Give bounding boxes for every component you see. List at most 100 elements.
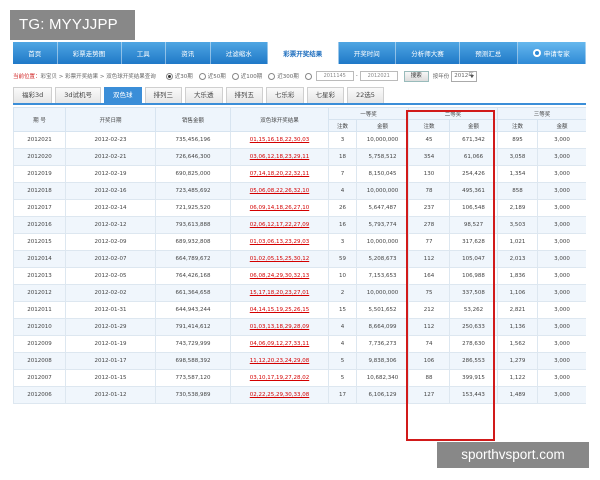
- tab-pl3[interactable]: 排列三: [144, 87, 183, 103]
- cell-winning-numbers[interactable]: 04,06,09,12,27,33,11: [230, 335, 329, 353]
- cell-date: 2012-02-14: [65, 199, 156, 217]
- cell-winning-numbers[interactable]: 06,08,24,29,30,32,13: [230, 267, 329, 285]
- nav-item-results[interactable]: 彩票开奖结果: [268, 42, 339, 64]
- nav-item-draw-time[interactable]: 开奖时间: [339, 42, 396, 64]
- cell-third-count: 1,489: [497, 386, 539, 404]
- cell-first-amount: 7,153,653: [355, 267, 410, 285]
- radio-300[interactable]: [268, 72, 276, 80]
- header-third-count: 注数: [497, 119, 539, 132]
- cell-sales: 743,729,999: [155, 335, 231, 353]
- cell-third-count: 1,279: [497, 352, 539, 370]
- cell-sales: 773,587,120: [155, 369, 231, 387]
- cell-first-count: 59: [328, 250, 357, 268]
- cell-third-amount: 3,000: [537, 165, 586, 183]
- tab-22x5[interactable]: 22选5: [347, 87, 384, 103]
- cell-second-amount: 250,633: [449, 318, 499, 336]
- cell-second-amount: 317,628: [449, 233, 499, 251]
- cell-winning-numbers[interactable]: 01,03,13,18,29,28,09: [230, 318, 329, 336]
- header-first-amount: 金额: [355, 119, 410, 132]
- cell-winning-numbers[interactable]: 01,15,16,18,22,30,03: [230, 131, 329, 149]
- tab-3d-test[interactable]: 3d试机号: [55, 87, 102, 103]
- cell-sales: 644,943,244: [155, 301, 231, 319]
- cell-winning-numbers[interactable]: 01,02,05,15,25,30,12: [230, 250, 329, 268]
- table-row: 2012008 2012-01-17 698,588,392 11,12,20,23,…: [13, 352, 586, 370]
- cell-second-count: 164: [408, 267, 451, 285]
- cell-sales: 664,789,672: [155, 250, 231, 268]
- tab-ssq[interactable]: 双色球: [104, 87, 142, 103]
- cell-sales: 764,426,168: [155, 267, 231, 285]
- cell-winning-numbers[interactable]: 03,06,12,18,23,29,11: [230, 148, 329, 166]
- search-button[interactable]: 搜索: [403, 70, 429, 82]
- radio-100[interactable]: [231, 72, 239, 80]
- cell-second-count: 88: [408, 369, 451, 387]
- cell-winning-numbers[interactable]: 07,14,18,20,22,32,11: [230, 165, 329, 183]
- nav-item-home[interactable]: 首页: [13, 42, 58, 64]
- cell-winning-numbers[interactable]: 04,14,15,19,25,26,15: [230, 301, 329, 319]
- year-select[interactable]: 2012年: [451, 70, 478, 82]
- tab-qxc[interactable]: 七星彩: [306, 87, 345, 103]
- cell-winning-numbers[interactable]: 11,12,20,23,24,29,08: [230, 352, 329, 370]
- cell-winning-numbers[interactable]: 05,06,08,22,26,32,10: [230, 182, 329, 200]
- cell-winning-numbers[interactable]: 15,17,18,20,23,27,01: [230, 284, 329, 302]
- cell-first-amount: 6,106,129: [355, 386, 410, 404]
- nav-item-trend-chart[interactable]: 彩票走势图: [58, 42, 122, 64]
- nav-item-tools[interactable]: 工具: [122, 42, 166, 64]
- nav-item-analyst-contest[interactable]: 分析师大赛: [396, 42, 460, 64]
- tab-qlc[interactable]: 七乐彩: [266, 87, 304, 103]
- tab-dlt[interactable]: 大乐透: [185, 87, 223, 103]
- cell-first-count: 17: [328, 386, 357, 404]
- header-issue: 期 号: [13, 107, 66, 132]
- location-prefix: 当前位置：: [13, 74, 41, 80]
- cell-first-amount: 10,000,000: [355, 284, 410, 302]
- cell-winning-numbers[interactable]: 02,06,12,17,22,27,09: [230, 216, 329, 234]
- tab-fc3d[interactable]: 福彩3d: [13, 87, 53, 103]
- tab-pl5[interactable]: 排列五: [225, 87, 264, 103]
- cell-sales: 793,613,888: [155, 216, 231, 234]
- cell-first-count: 4: [328, 318, 357, 336]
- cell-third-count: 1,122: [497, 369, 539, 387]
- cell-winning-numbers[interactable]: 02,22,25,29,30,33,08: [230, 386, 329, 404]
- cell-first-amount: 5,208,673: [355, 250, 410, 268]
- nav-item-apply-expert[interactable]: 申请专家: [517, 42, 586, 64]
- cell-winning-numbers[interactable]: 01,03,06,13,23,29,03: [230, 233, 329, 251]
- nav-item-news[interactable]: 资讯: [166, 42, 211, 64]
- radio-300-label: 近300期: [277, 74, 299, 80]
- table-row: 2012015 2012-02-09 689,932,808 01,03,06,13,…: [13, 233, 586, 251]
- issue-to-input[interactable]: 2012021: [359, 71, 398, 81]
- cell-second-count: 74: [408, 335, 451, 353]
- radio-30[interactable]: [165, 72, 173, 80]
- radio-50[interactable]: [198, 72, 206, 80]
- cell-third-count: 1,021: [497, 233, 539, 251]
- cell-winning-numbers[interactable]: 03,10,17,19,27,28,02: [230, 369, 329, 387]
- cell-issue: 2012011: [13, 301, 66, 319]
- table-row: 2012010 2012-01-29 791,414,612 01,03,13,18,…: [13, 318, 586, 336]
- cell-first-count: 5: [328, 352, 357, 370]
- cell-second-count: 278: [408, 216, 451, 234]
- cell-third-amount: 3,000: [537, 233, 586, 251]
- nav-item-filter[interactable]: 过滤缩水: [211, 42, 268, 64]
- cell-third-amount: 3,000: [537, 284, 586, 302]
- cell-second-amount: 98,527: [449, 216, 499, 234]
- cell-date: 2012-02-16: [65, 182, 156, 200]
- cell-second-amount: 337,508: [449, 284, 499, 302]
- cell-third-amount: 3,000: [537, 216, 586, 234]
- table-row: 2012019 2012-02-19 690,825,000 07,14,18,20,…: [13, 165, 586, 183]
- cell-first-count: 4: [328, 182, 357, 200]
- cell-second-count: 112: [408, 250, 451, 268]
- radio-range[interactable]: [304, 72, 312, 80]
- header-second-prize: 二等奖: [408, 107, 499, 120]
- radio-50-label: 近50期: [207, 74, 226, 80]
- cell-sales: 661,364,658: [155, 284, 231, 302]
- nav-item-predictions[interactable]: 预测汇总: [460, 42, 518, 64]
- cell-winning-numbers[interactable]: 06,09,14,18,26,27,10: [230, 199, 329, 217]
- cell-first-count: 26: [328, 199, 357, 217]
- cell-first-amount: 8,150,045: [355, 165, 410, 183]
- cell-issue: 2012009: [13, 335, 66, 353]
- cell-first-amount: 5,501,652: [355, 301, 410, 319]
- cell-third-count: 3,503: [497, 216, 539, 234]
- chevron-down-icon: [470, 74, 475, 78]
- cell-second-count: 78: [408, 182, 451, 200]
- cell-second-amount: 61,066: [449, 148, 499, 166]
- header-third-prize: 三等奖: [497, 107, 586, 120]
- issue-from-input[interactable]: 2011145: [315, 71, 354, 81]
